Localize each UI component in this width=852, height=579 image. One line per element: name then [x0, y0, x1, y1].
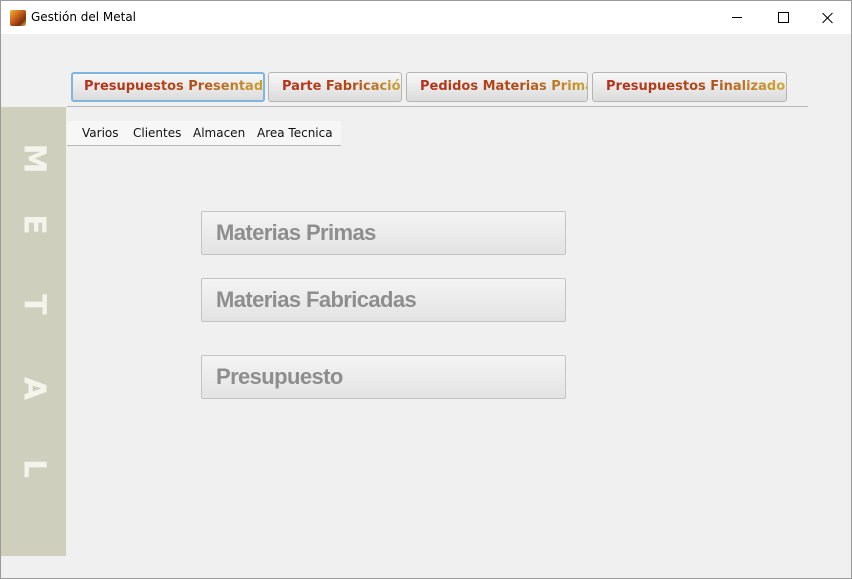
tab-presupuestos-finalizados[interactable]: Presupuestos Finalizados — [592, 72, 787, 102]
close-button[interactable] — [805, 1, 851, 34]
sidebar-letter: M — [16, 143, 52, 174]
menu-item-area-tecnica[interactable]: Area Tecnica — [257, 126, 333, 140]
sidebar-banner: M E T A L — [1, 107, 66, 556]
sidebar-letter: E — [16, 214, 52, 235]
tab-presupuestos-presentados[interactable]: Presupuestos Presentados — [71, 72, 265, 102]
minimize-button[interactable] — [714, 1, 760, 34]
sidebar-letter: A — [16, 376, 52, 401]
tab-label: Presupuestos Finalizados — [606, 79, 786, 94]
menu-item-almacen[interactable]: Almacen — [193, 126, 245, 140]
materias-fabricadas-button[interactable]: Materias Fabricadas — [201, 278, 566, 322]
title-bar: Gestión del Metal — [1, 1, 851, 34]
tab-bar: Presupuestos Presentados Parte Fabricaci… — [67, 68, 808, 107]
tab-label: Pedidos Materias Primas — [420, 79, 587, 94]
tab-label: Parte Fabricación — [282, 79, 401, 94]
sidebar-letter: L — [16, 458, 52, 479]
menu-bar: Varios Clientes Almacen Area Tecnica — [67, 121, 341, 146]
maximize-button[interactable] — [760, 1, 806, 34]
app-window: Gestión del Metal Presupuestos Presentad… — [0, 0, 852, 579]
window-title: Gestión del Metal — [31, 10, 137, 24]
tab-label: Presupuestos Presentados — [84, 79, 263, 94]
close-icon — [822, 12, 834, 24]
app-metal-icon — [10, 10, 26, 26]
presupuesto-button[interactable]: Presupuesto — [201, 355, 566, 399]
menu-item-varios[interactable]: Varios — [82, 126, 119, 140]
maximize-icon — [777, 12, 789, 23]
sidebar-letter: T — [16, 294, 52, 315]
tab-pedidos-materias-primas[interactable]: Pedidos Materias Primas — [406, 72, 588, 102]
minimize-icon — [732, 17, 742, 18]
tab-parte-fabricacion[interactable]: Parte Fabricación — [268, 72, 402, 102]
menu-item-clientes[interactable]: Clientes — [133, 126, 181, 140]
materias-primas-button[interactable]: Materias Primas — [201, 211, 566, 255]
